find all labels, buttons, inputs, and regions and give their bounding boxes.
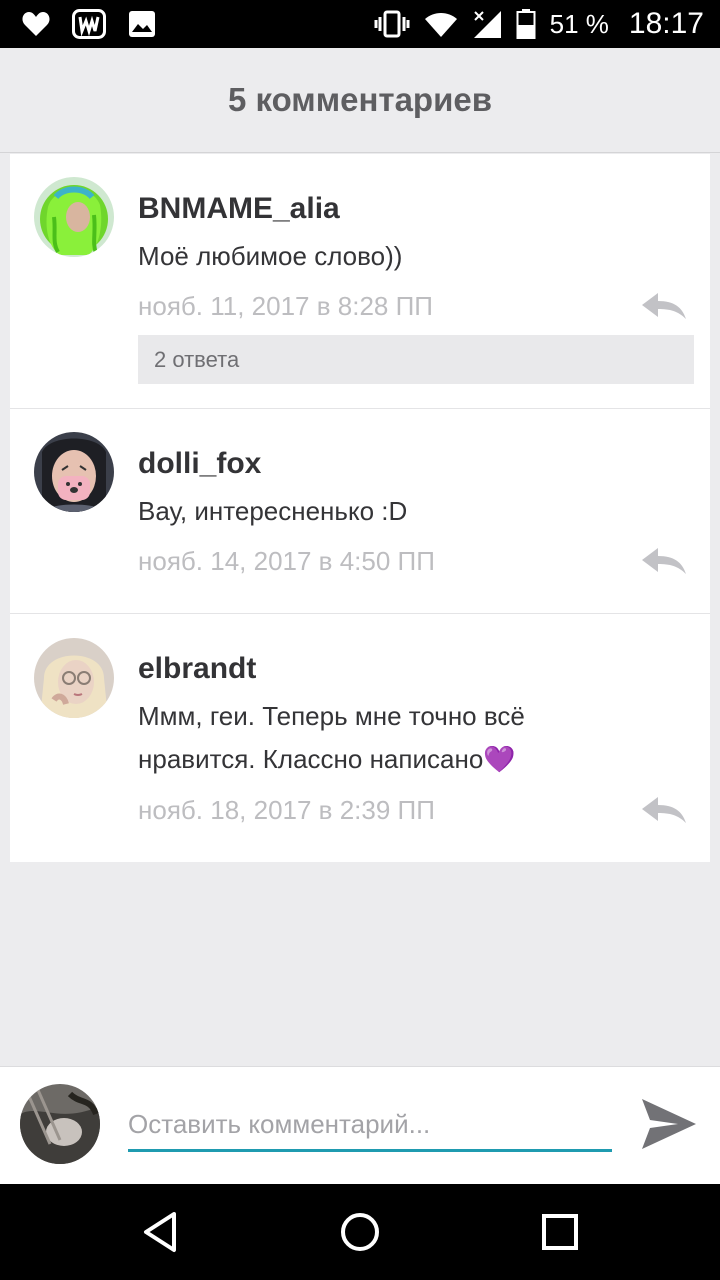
comment-item: elbrandt Ммм, геи. Теперь мне точно всё … [10,614,710,862]
comment-text: Ммм, геи. Теперь мне точно всё нравится.… [138,701,525,774]
avatar[interactable] [34,177,114,257]
back-icon[interactable] [138,1210,182,1254]
home-icon[interactable] [338,1210,382,1254]
avatar[interactable] [34,432,114,512]
replies-button[interactable]: 2 ответа [138,335,694,384]
comment-item: BNMAME_alia Моё любимое слово)) нояб. 11… [10,154,710,408]
battery-percent: 51 % [549,8,609,39]
page-title: 5 комментариев [227,81,493,118]
recents-icon[interactable] [538,1210,582,1254]
clock: 18:17 [628,7,704,40]
comment-username[interactable]: dolli_fox [138,447,261,481]
signal-icon [473,11,501,38]
battery-icon [516,9,536,39]
send-icon[interactable] [640,1097,698,1151]
page-header: 5 комментариев [0,48,720,153]
comment-item: dolli_fox Вау, интересненько :D нояб. 14… [10,409,710,613]
comment-input[interactable] [128,1099,612,1152]
wifi-icon [424,13,457,37]
vibrate-icon [374,10,410,38]
reply-icon[interactable] [640,291,688,321]
comment-timestamp: нояб. 11, 2017 в 8:28 ПП [138,291,433,321]
comment-username[interactable]: elbrandt [138,652,256,686]
image-icon [129,11,155,37]
comment-text: Вау, интересненько :D [138,496,408,526]
wattpad-icon [72,9,106,39]
reply-icon[interactable] [640,795,688,825]
comment-timestamp: нояб. 14, 2017 в 4:50 ПП [138,546,435,576]
comment-timestamp: нояб. 18, 2017 в 2:39 ПП [138,795,435,825]
comment-text: Моё любимое слово)) [138,241,403,271]
avatar[interactable] [34,638,114,718]
status-bar: 51 % 18:17 [0,0,720,48]
system-nav-bar [0,1184,720,1280]
current-user-avatar [20,1084,100,1164]
comments-list: BNMAME_alia Моё любимое слово)) нояб. 11… [10,154,710,862]
reply-icon[interactable] [640,546,688,576]
heart-icon [22,12,50,36]
comment-composer [0,1066,720,1185]
comment-username[interactable]: BNMAME_alia [138,192,340,226]
